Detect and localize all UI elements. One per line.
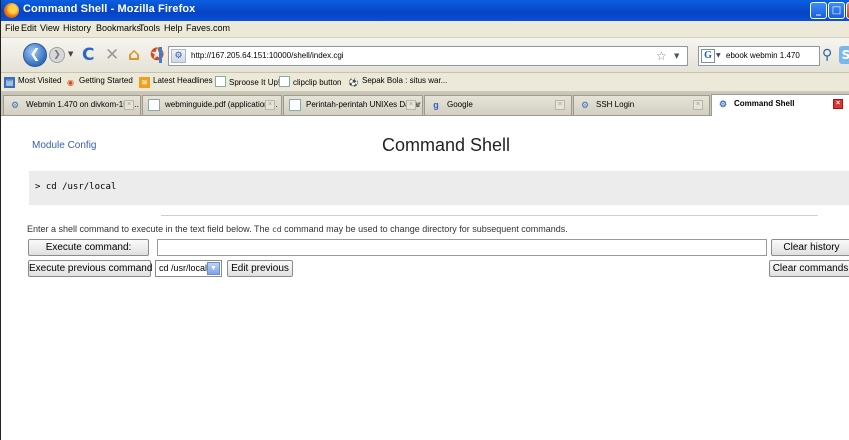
page-icon	[289, 99, 301, 111]
forward-button[interactable]: ❯	[49, 47, 65, 63]
tab-perintah[interactable]: Perintah-perintah UNIXes Dasar ×	[283, 95, 423, 115]
ribbon-icon[interactable]: ✪	[150, 46, 164, 64]
firefox-logo-icon	[4, 3, 19, 18]
url-text[interactable]: http://167.205.64.151:10000/shell/index.…	[191, 51, 344, 60]
history-select[interactable]: cd /usr/local ▼	[155, 260, 222, 277]
edit-previous-button[interactable]: Edit previous	[227, 260, 293, 277]
maximize-button[interactable]: □	[828, 2, 845, 19]
page-icon	[215, 76, 226, 87]
bookmark-clipclip[interactable]: clipclip button	[279, 76, 341, 87]
stop-icon[interactable]: ✕	[105, 46, 119, 64]
bookmark-getting-started[interactable]: ◉ Getting Started	[65, 76, 133, 88]
bookmark-star-icon[interactable]: ☆	[656, 49, 667, 63]
tab-close-icon[interactable]: ×	[124, 100, 134, 110]
tab-close-icon[interactable]: ×	[833, 99, 843, 109]
window-title: Command Shell - Mozilla Firefox	[23, 3, 196, 15]
webmin-icon: ⚙	[10, 100, 20, 110]
title-bar: Command Shell - Mozilla Firefox _ □	[1, 0, 849, 21]
url-dropdown-icon[interactable]: ▼	[674, 52, 679, 60]
back-button[interactable]: ❮	[23, 43, 47, 67]
search-icon[interactable]: ⚲	[822, 47, 832, 63]
minimize-button[interactable]: _	[810, 2, 827, 19]
engine-dropdown-icon[interactable]: ▼	[716, 52, 721, 59]
module-config-link[interactable]: Module Config	[32, 140, 96, 151]
tab-close-icon[interactable]: ×	[555, 100, 565, 110]
bookmarks-folder-icon: ▤	[4, 77, 15, 88]
addon-icon[interactable]	[159, 47, 162, 63]
tab-webmin[interactable]: ⚙ Webmin 1.470 on divkom-151... ×	[3, 95, 141, 115]
page-title: Command Shell	[382, 135, 511, 155]
execute-previous-button[interactable]: Execute previous command	[28, 260, 152, 277]
google-icon: g	[433, 100, 439, 110]
menu-view[interactable]: View	[40, 23, 59, 33]
tab-command-shell[interactable]: ⚙ Command Shell ×	[711, 94, 849, 116]
bookmark-sproose[interactable]: Sproose It Up!	[215, 76, 280, 87]
help-text: Enter a shell command to execute in the …	[27, 224, 568, 234]
navigation-toolbar: ❮ ❯ ▼ C ✕ ⌂ ✪ ⚙ http://167.205.64.151:10…	[1, 38, 849, 73]
site-icon[interactable]: ⚙	[171, 49, 186, 63]
tab-ssh-login[interactable]: ⚙ SSH Login ×	[573, 95, 710, 115]
page-icon	[148, 99, 160, 111]
menu-tools[interactable]: Tools	[139, 23, 160, 33]
menu-history[interactable]: History	[63, 23, 91, 33]
address-bar[interactable]: ⚙ http://167.205.64.151:10000/shell/inde…	[168, 46, 688, 66]
bookmarks-toolbar: ▤ Most Visited ◉ Getting Started ≋ Latest H…	[1, 73, 849, 92]
reload-icon[interactable]: C	[82, 46, 94, 64]
tab-close-icon[interactable]: ×	[406, 100, 416, 110]
menu-edit[interactable]: Edit	[21, 23, 37, 33]
tab-close-icon[interactable]: ×	[693, 100, 703, 110]
output-command: > cd /usr/local	[35, 182, 117, 192]
menu-bar: File Edit View History Bookmarks Tools H…	[1, 21, 849, 38]
menu-help[interactable]: Help	[164, 23, 183, 33]
tab-webminguide[interactable]: webminguide.pdf (application/... ×	[142, 95, 282, 115]
history-dropdown-icon[interactable]: ▼	[68, 50, 73, 58]
search-box[interactable]: G ▼ ebook webmin 1.470	[698, 46, 820, 66]
home-icon[interactable]: ⌂	[128, 46, 140, 64]
page-icon	[279, 76, 290, 87]
command-input[interactable]	[157, 239, 767, 256]
google-engine-icon[interactable]: G	[701, 49, 715, 63]
skype-icon[interactable]: S	[839, 46, 849, 64]
execute-command-button[interactable]: Execute command:	[28, 239, 149, 256]
history-selected-value: cd /usr/local	[159, 263, 208, 273]
webmin-icon: ⚙	[580, 100, 590, 110]
page-content: Module Config Command Shell > cd /usr/lo…	[1, 117, 849, 440]
help-code: cd	[271, 225, 282, 234]
tab-close-icon[interactable]: ×	[265, 100, 275, 110]
menu-bookmarks[interactable]: Bookmarks	[96, 23, 141, 33]
webmin-icon: ⚙	[718, 99, 728, 109]
browser-window: Command Shell - Mozilla Firefox _ □ File…	[0, 0, 849, 440]
rss-feed-icon: ≋	[139, 77, 150, 88]
menu-faves[interactable]: Faves.com	[186, 23, 230, 33]
bookmark-most-visited[interactable]: ▤ Most Visited	[4, 76, 61, 88]
tab-strip: ⚙ Webmin 1.470 on divkom-151... × webmin…	[1, 92, 849, 116]
bookmark-sepak-bola[interactable]: ⚽ Sepak Bola : situs war...	[348, 76, 448, 88]
clear-commands-button[interactable]: Clear commands	[769, 260, 849, 277]
divider	[161, 215, 818, 216]
firefox-bookmark-icon: ◉	[67, 78, 74, 87]
chevron-down-icon[interactable]: ▼	[207, 262, 220, 275]
menu-file[interactable]: File	[5, 23, 20, 33]
bookmark-latest-headlines[interactable]: ≋ Latest Headlines	[139, 76, 213, 88]
shell-output: > cd /usr/local	[29, 171, 849, 205]
tab-google[interactable]: g Google ×	[424, 95, 572, 115]
clear-history-button[interactable]: Clear history	[771, 239, 849, 256]
soccer-ball-icon: ⚽	[348, 78, 359, 87]
search-text[interactable]: ebook webmin 1.470	[726, 51, 800, 60]
